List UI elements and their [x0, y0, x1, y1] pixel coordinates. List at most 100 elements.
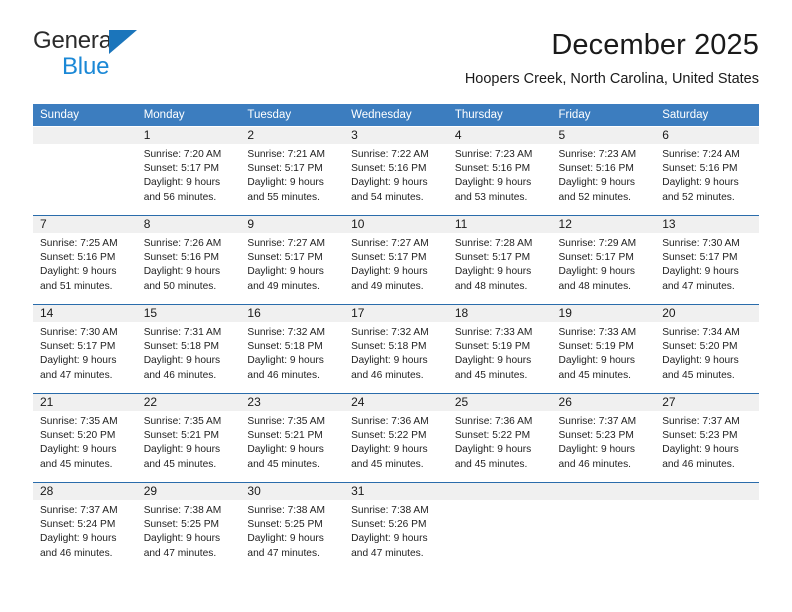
- sunrise-text: Sunrise: 7:37 AM: [40, 505, 118, 516]
- daycell: 6 Sunrise: 7:24 AM Sunset: 5:16 PM Daylight…: [655, 127, 759, 215]
- calendar-day-cell[interactable]: 13 Sunrise: 7:30 AM Sunset: 5:17 PM Dayligh…: [655, 215, 759, 305]
- calendar-day-cell[interactable]: 29 Sunrise: 7:38 AM Sunset: 5:25 PM Dayligh…: [136, 482, 241, 571]
- calendar-day-cell[interactable]: 1 Sunrise: 7:20 AM Sunset: 5:17 PM Daylight…: [136, 126, 241, 216]
- calendar-day-cell[interactable]: 21 Sunrise: 7:35 AM Sunset: 5:20 PM Dayligh…: [33, 393, 137, 483]
- daylight-text-line2: and 46 minutes.: [40, 547, 113, 559]
- weekday-header-friday: Friday: [551, 104, 656, 127]
- daylight-text-line2: and 46 minutes.: [351, 369, 424, 381]
- day-number: 15: [136, 305, 241, 322]
- sunrise-text: Sunrise: 7:30 AM: [662, 238, 740, 249]
- calendar-day-cell[interactable]: 18 Sunrise: 7:33 AM Sunset: 5:19 PM Dayligh…: [447, 304, 552, 394]
- daylight-text-line1: Daylight: 9 hours: [143, 533, 221, 545]
- calendar-day-cell[interactable]: 15 Sunrise: 7:31 AM Sunset: 5:18 PM Dayligh…: [136, 304, 241, 394]
- day-sun-info: Sunrise: 7:37 AM Sunset: 5:23 PM Daylight:…: [552, 411, 656, 472]
- calendar-day-cell[interactable]: 17 Sunrise: 7:32 AM Sunset: 5:18 PM Dayligh…: [344, 304, 448, 394]
- daylight-text-line2: and 49 minutes.: [351, 280, 424, 292]
- calendar-day-cell[interactable]: 5 Sunrise: 7:23 AM Sunset: 5:16 PM Daylight…: [551, 126, 656, 216]
- sunset-text: Sunset: 5:21 PM: [143, 430, 220, 442]
- calendar-day-cell[interactable]: 26 Sunrise: 7:37 AM Sunset: 5:23 PM Dayligh…: [551, 393, 656, 483]
- calendar-day-cell[interactable]: 10 Sunrise: 7:27 AM Sunset: 5:17 PM Dayligh…: [344, 215, 448, 305]
- calendar-day-cell[interactable]: 31 Sunrise: 7:38 AM Sunset: 5:26 PM Dayligh…: [344, 482, 448, 571]
- daylight-text-line1: Daylight: 9 hours: [247, 266, 324, 278]
- daylight-text-line2: and 46 minutes.: [247, 369, 320, 381]
- calendar-day-cell[interactable]: 2 Sunrise: 7:21 AM Sunset: 5:17 PM Daylight…: [240, 126, 345, 216]
- calendar-day-cell[interactable]: 30 Sunrise: 7:38 AM Sunset: 5:25 PM Dayligh…: [240, 482, 345, 571]
- daycell: 10 Sunrise: 7:27 AM Sunset: 5:17 PM Dayligh…: [344, 216, 448, 304]
- calendar-week-row: 1 Sunrise: 7:20 AM Sunset: 5:17 PM Daylight…: [33, 126, 759, 216]
- daylight-text-line1: Daylight: 9 hours: [40, 444, 117, 456]
- daycell: 2 Sunrise: 7:21 AM Sunset: 5:17 PM Daylight…: [240, 127, 345, 215]
- daylight-text-line1: Daylight: 9 hours: [351, 266, 428, 278]
- sunrise-text: Sunrise: 7:31 AM: [143, 327, 222, 338]
- sunrise-text: Sunrise: 7:27 AM: [351, 238, 429, 249]
- day-sun-info: Sunrise: 7:33 AM Sunset: 5:19 PM Daylight:…: [552, 322, 656, 383]
- sunset-text: Sunset: 5:18 PM: [143, 341, 220, 353]
- sunrise-text: Sunrise: 7:23 AM: [558, 149, 637, 160]
- calendar-day-cell[interactable]: 6 Sunrise: 7:24 AM Sunset: 5:16 PM Daylight…: [655, 126, 759, 216]
- sunrise-text: Sunrise: 7:38 AM: [351, 505, 429, 516]
- calendar-day-cell[interactable]: 4 Sunrise: 7:23 AM Sunset: 5:16 PM Daylight…: [447, 126, 552, 216]
- daylight-text-line1: Daylight: 9 hours: [143, 355, 221, 367]
- daycell: 24 Sunrise: 7:36 AM Sunset: 5:22 PM Dayligh…: [344, 394, 448, 482]
- day-number: [33, 127, 137, 144]
- sunrise-text: Sunrise: 7:26 AM: [143, 238, 222, 249]
- day-number: [655, 483, 759, 500]
- day-number: 6: [655, 127, 759, 144]
- calendar-day-cell[interactable]: 12 Sunrise: 7:29 AM Sunset: 5:17 PM Dayligh…: [551, 215, 656, 305]
- calendar-day-cell[interactable]: 19 Sunrise: 7:33 AM Sunset: 5:19 PM Dayligh…: [551, 304, 656, 394]
- calendar-day-cell[interactable]: 11 Sunrise: 7:28 AM Sunset: 5:17 PM Dayligh…: [447, 215, 552, 305]
- day-sun-info: Sunrise: 7:24 AM Sunset: 5:16 PM Daylight:…: [655, 144, 759, 205]
- logo-word-blue: Blue: [62, 53, 110, 80]
- day-number: 25: [447, 394, 552, 411]
- calendar-day-cell[interactable]: 20 Sunrise: 7:34 AM Sunset: 5:20 PM Dayligh…: [655, 304, 759, 394]
- day-sun-info: Sunrise: 7:22 AM Sunset: 5:16 PM Daylight:…: [344, 144, 448, 205]
- calendar-day-cell[interactable]: 8 Sunrise: 7:26 AM Sunset: 5:16 PM Daylight…: [136, 215, 241, 305]
- daycell: 22 Sunrise: 7:35 AM Sunset: 5:21 PM Dayligh…: [136, 394, 241, 482]
- sunrise-text: Sunrise: 7:25 AM: [40, 238, 118, 249]
- calendar-day-cell[interactable]: 25 Sunrise: 7:36 AM Sunset: 5:22 PM Dayligh…: [447, 393, 552, 483]
- daycell: [551, 483, 656, 571]
- daylight-text-line2: and 45 minutes.: [40, 458, 113, 470]
- sunset-text: Sunset: 5:18 PM: [247, 341, 323, 353]
- day-sun-info: Sunrise: 7:20 AM Sunset: 5:17 PM Daylight:…: [137, 144, 241, 205]
- day-sun-info: Sunrise: 7:36 AM Sunset: 5:22 PM Daylight:…: [448, 411, 552, 472]
- daylight-text-line1: Daylight: 9 hours: [40, 533, 117, 545]
- daylight-text-line1: Daylight: 9 hours: [662, 355, 739, 367]
- sunset-text: Sunset: 5:23 PM: [558, 430, 634, 442]
- logo-triangle-icon: [109, 30, 137, 54]
- day-number: 27: [655, 394, 759, 411]
- sunset-text: Sunset: 5:17 PM: [247, 252, 323, 264]
- title-block: December 2025 Hoopers Creek, North Carol…: [465, 26, 759, 90]
- sunset-text: Sunset: 5:19 PM: [558, 341, 634, 353]
- calendar-day-cell[interactable]: 9 Sunrise: 7:27 AM Sunset: 5:17 PM Daylight…: [240, 215, 345, 305]
- calendar-day-cell[interactable]: 14 Sunrise: 7:30 AM Sunset: 5:17 PM Dayligh…: [33, 304, 137, 394]
- day-sun-info: Sunrise: 7:27 AM Sunset: 5:17 PM Daylight:…: [344, 233, 448, 294]
- calendar-header-row: Sunday Monday Tuesday Wednesday Thursday…: [33, 104, 759, 127]
- daycell: [655, 483, 759, 571]
- daylight-text-line2: and 45 minutes.: [558, 369, 632, 381]
- calendar-day-cell: [447, 482, 552, 571]
- day-sun-info: Sunrise: 7:28 AM Sunset: 5:17 PM Daylight:…: [448, 233, 552, 294]
- calendar-day-cell[interactable]: 22 Sunrise: 7:35 AM Sunset: 5:21 PM Dayligh…: [136, 393, 241, 483]
- sunset-text: Sunset: 5:17 PM: [662, 252, 738, 264]
- generalblue-logo[interactable]: General Blue: [33, 28, 213, 86]
- sunset-text: Sunset: 5:25 PM: [247, 519, 323, 531]
- calendar-day-cell[interactable]: 23 Sunrise: 7:35 AM Sunset: 5:21 PM Dayligh…: [240, 393, 345, 483]
- daycell: 20 Sunrise: 7:34 AM Sunset: 5:20 PM Dayligh…: [655, 305, 759, 393]
- calendar-day-cell[interactable]: 16 Sunrise: 7:32 AM Sunset: 5:18 PM Dayligh…: [240, 304, 345, 394]
- calendar-day-cell[interactable]: 7 Sunrise: 7:25 AM Sunset: 5:16 PM Daylight…: [33, 215, 137, 305]
- calendar-day-cell[interactable]: 3 Sunrise: 7:22 AM Sunset: 5:16 PM Daylight…: [344, 126, 448, 216]
- calendar-day-cell[interactable]: 28 Sunrise: 7:37 AM Sunset: 5:24 PM Dayligh…: [33, 482, 137, 571]
- daylight-text-line1: Daylight: 9 hours: [247, 177, 324, 189]
- sunrise-text: Sunrise: 7:37 AM: [558, 416, 637, 427]
- sunrise-sunset-calendar: Sunday Monday Tuesday Wednesday Thursday…: [33, 104, 759, 571]
- day-sun-info: Sunrise: 7:32 AM Sunset: 5:18 PM Daylight:…: [344, 322, 448, 383]
- sunrise-text: Sunrise: 7:34 AM: [662, 327, 740, 338]
- sunrise-text: Sunrise: 7:35 AM: [247, 416, 325, 427]
- daylight-text-line1: Daylight: 9 hours: [558, 177, 635, 189]
- daylight-text-line2: and 45 minutes.: [247, 458, 320, 470]
- day-number: 28: [33, 483, 137, 500]
- daycell: [447, 483, 552, 571]
- calendar-day-cell[interactable]: 27 Sunrise: 7:37 AM Sunset: 5:23 PM Dayligh…: [655, 393, 759, 483]
- calendar-day-cell[interactable]: 24 Sunrise: 7:36 AM Sunset: 5:22 PM Dayligh…: [344, 393, 448, 483]
